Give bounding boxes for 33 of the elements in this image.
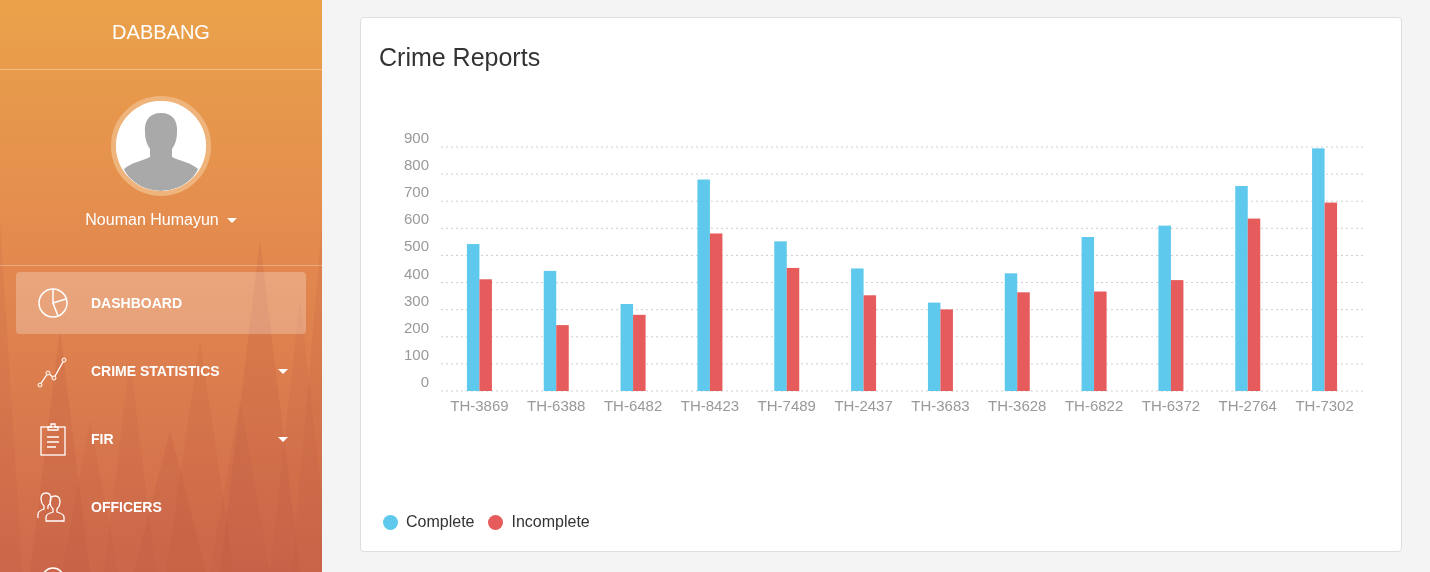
x-axis-label: TH-6482 xyxy=(603,397,663,414)
menu-item[interactable]: OFFICERS xyxy=(16,476,306,538)
y-axis-label: 100 xyxy=(403,345,429,363)
card-title: Crime Reports xyxy=(379,42,542,72)
menu-item[interactable]: FIR xyxy=(16,408,306,470)
x-axis-label: TH-7302 xyxy=(1295,397,1354,414)
x-axis-label: TH-2764 xyxy=(1218,397,1277,414)
legend-label: Complete xyxy=(406,512,475,532)
legend-label: Incomplete xyxy=(511,512,590,532)
x-axis-label: TH-6822 xyxy=(1064,397,1124,414)
y-axis-label: 200 xyxy=(403,318,429,336)
x-axis-label: TH-2437 xyxy=(834,397,893,414)
y-axis-label: 500 xyxy=(403,237,429,255)
y-axis-label: 800 xyxy=(403,156,429,174)
x-axis-label: TH-8423 xyxy=(680,397,740,414)
x-axis-label: TH-7489 xyxy=(757,397,816,414)
user-menu[interactable]: Nouman Humayun xyxy=(85,208,237,232)
x-axis-label: TH-6388 xyxy=(527,397,586,414)
x-axis-label: TH-3869 xyxy=(450,397,509,414)
y-axis-label: 700 xyxy=(403,183,429,201)
x-axis-label: TH-3683 xyxy=(911,397,970,414)
x-axis-label: TH-6372 xyxy=(1141,397,1201,414)
brand-title: DABBANG xyxy=(112,19,210,45)
line-chart-icon xyxy=(36,354,70,388)
menu-item[interactable]: DASHBOARD xyxy=(16,272,306,334)
y-axis-label: 600 xyxy=(403,210,429,228)
y-axis-label: 400 xyxy=(403,264,429,282)
menu-item[interactable]: CRIME STATISTICS xyxy=(16,340,306,402)
x-axis-label: TH-3628 xyxy=(988,397,1047,414)
y-axis-label: 900 xyxy=(403,129,429,146)
y-axis-label: 0 xyxy=(420,373,429,390)
pie-chart-icon xyxy=(36,286,70,320)
y-axis-label: 300 xyxy=(403,291,429,309)
